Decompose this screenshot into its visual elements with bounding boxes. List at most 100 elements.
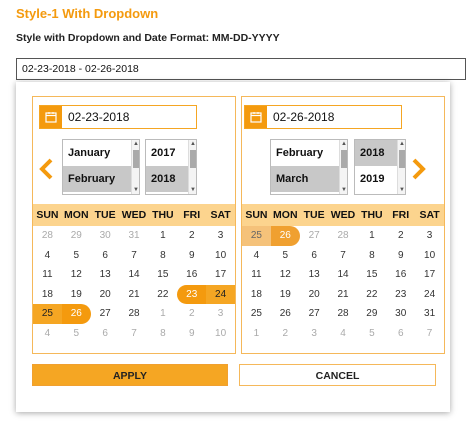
day-cell[interactable]: 4 bbox=[242, 246, 271, 266]
date-range-input[interactable]: 02-23-2018 - 02-26-2018 bbox=[16, 58, 466, 80]
day-cell[interactable]: 2 bbox=[386, 226, 415, 246]
cancel-button[interactable]: CANCEL bbox=[239, 364, 436, 386]
day-cell[interactable]: 30 bbox=[91, 226, 120, 246]
day-cell[interactable]: 29 bbox=[62, 226, 91, 246]
day-cell[interactable]: 10 bbox=[206, 324, 235, 344]
end-date-field[interactable]: 02-26-2018 bbox=[244, 105, 402, 129]
day-cell[interactable]: 25 bbox=[242, 304, 271, 324]
month-option-selected[interactable]: February bbox=[63, 166, 139, 192]
day-cell[interactable]: 12 bbox=[271, 265, 300, 285]
day-cell[interactable]: 11 bbox=[33, 265, 62, 285]
day-cell[interactable]: 30 bbox=[386, 304, 415, 324]
day-cell[interactable]: 4 bbox=[33, 246, 62, 266]
day-cell[interactable]: 25 bbox=[242, 226, 271, 246]
day-cell[interactable]: 1 bbox=[148, 226, 177, 246]
scrollbar[interactable]: ▲ ▼ bbox=[397, 140, 405, 194]
day-cell[interactable]: 5 bbox=[62, 246, 91, 266]
day-cell[interactable]: 9 bbox=[177, 246, 206, 266]
day-cell[interactable]: 12 bbox=[62, 265, 91, 285]
day-cell[interactable]: 6 bbox=[386, 324, 415, 344]
day-cell[interactable]: 7 bbox=[120, 246, 149, 266]
day-cell[interactable]: 20 bbox=[91, 285, 120, 305]
day-cell[interactable]: 5 bbox=[357, 324, 386, 344]
day-cell[interactable]: 25 bbox=[33, 304, 62, 324]
day-cell[interactable]: 27 bbox=[300, 304, 329, 324]
day-cell[interactable]: 15 bbox=[148, 265, 177, 285]
day-cell[interactable]: 7 bbox=[120, 324, 149, 344]
day-cell[interactable]: 14 bbox=[120, 265, 149, 285]
month-option[interactable]: February bbox=[271, 140, 347, 166]
day-cell[interactable]: 7 bbox=[329, 246, 358, 266]
day-cell[interactable]: 1 bbox=[242, 324, 271, 344]
day-cell[interactable]: 1 bbox=[357, 226, 386, 246]
day-cell[interactable]: 31 bbox=[415, 304, 444, 324]
day-cell[interactable]: 13 bbox=[300, 265, 329, 285]
day-cell[interactable]: 7 bbox=[415, 324, 444, 344]
month-option-selected[interactable]: March bbox=[271, 166, 347, 192]
day-cell[interactable]: 27 bbox=[300, 226, 329, 246]
month-option[interactable]: January bbox=[63, 140, 139, 166]
year-select-right[interactable]: 2018 2019 ▲ ▼ bbox=[354, 139, 406, 195]
day-cell[interactable]: 4 bbox=[33, 324, 62, 344]
day-cell[interactable]: 29 bbox=[357, 304, 386, 324]
month-select-right[interactable]: February March ▲ ▼ bbox=[270, 139, 348, 195]
day-cell[interactable]: 31 bbox=[120, 226, 149, 246]
day-cell[interactable]: 2 bbox=[177, 226, 206, 246]
day-cell[interactable]: 10 bbox=[415, 246, 444, 266]
day-cell[interactable]: 23 bbox=[386, 285, 415, 305]
month-select-left[interactable]: January February ▲ ▼ bbox=[62, 139, 140, 195]
day-cell[interactable]: 21 bbox=[120, 285, 149, 305]
day-cell[interactable]: 24 bbox=[206, 284, 236, 304]
day-cell[interactable]: 18 bbox=[242, 285, 271, 305]
day-cell[interactable]: 19 bbox=[271, 285, 300, 305]
day-cell[interactable]: 3 bbox=[206, 304, 235, 324]
day-cell[interactable]: 11 bbox=[242, 265, 271, 285]
day-cell[interactable]: 28 bbox=[329, 226, 358, 246]
chevron-right-icon[interactable] bbox=[411, 157, 427, 181]
apply-button[interactable]: APPLY bbox=[32, 364, 228, 386]
day-cell[interactable]: 17 bbox=[206, 265, 235, 285]
day-cell[interactable]: 9 bbox=[386, 246, 415, 266]
day-cell[interactable]: 2 bbox=[271, 324, 300, 344]
day-cell[interactable]: 5 bbox=[62, 324, 91, 344]
day-cell[interactable]: 26 bbox=[271, 304, 300, 324]
day-cell[interactable]: 14 bbox=[329, 265, 358, 285]
day-cell[interactable]: 6 bbox=[91, 246, 120, 266]
day-cell[interactable]: 16 bbox=[386, 265, 415, 285]
day-cell[interactable]: 27 bbox=[91, 304, 120, 324]
day-cell[interactable]: 1 bbox=[148, 304, 177, 324]
day-cell[interactable]: 28 bbox=[329, 304, 358, 324]
day-cell[interactable]: 3 bbox=[415, 226, 444, 246]
day-cell[interactable]: 22 bbox=[357, 285, 386, 305]
chevron-left-icon[interactable] bbox=[38, 157, 54, 181]
day-cell[interactable]: 8 bbox=[357, 246, 386, 266]
day-cell[interactable]: 20 bbox=[300, 285, 329, 305]
day-cell[interactable]: 28 bbox=[120, 304, 149, 324]
day-cell[interactable]: 17 bbox=[415, 265, 444, 285]
day-cell[interactable]: 3 bbox=[300, 324, 329, 344]
day-cell[interactable]: 21 bbox=[329, 285, 358, 305]
year-select-left[interactable]: 2017 2018 ▲ ▼ bbox=[145, 139, 197, 195]
day-cell[interactable]: 19 bbox=[62, 285, 91, 305]
day-cell[interactable]: 18 bbox=[33, 285, 62, 305]
day-cell[interactable]: 8 bbox=[148, 246, 177, 266]
day-cell[interactable]: 13 bbox=[91, 265, 120, 285]
day-cell[interactable]: 28 bbox=[33, 226, 62, 246]
day-cell[interactable]: 26 bbox=[270, 226, 300, 246]
day-cell[interactable]: 10 bbox=[206, 246, 235, 266]
day-cell[interactable]: 6 bbox=[91, 324, 120, 344]
scrollbar[interactable]: ▲ ▼ bbox=[339, 140, 347, 194]
day-cell[interactable]: 6 bbox=[300, 246, 329, 266]
day-cell[interactable]: 2 bbox=[177, 304, 206, 324]
day-cell[interactable]: 24 bbox=[415, 285, 444, 305]
day-cell[interactable]: 15 bbox=[357, 265, 386, 285]
day-cell[interactable]: 26 bbox=[61, 304, 91, 324]
day-cell[interactable]: 22 bbox=[148, 285, 177, 305]
day-cell[interactable]: 16 bbox=[177, 265, 206, 285]
day-cell[interactable]: 4 bbox=[329, 324, 358, 344]
scrollbar[interactable]: ▲ ▼ bbox=[131, 140, 139, 194]
day-cell[interactable]: 9 bbox=[177, 324, 206, 344]
day-cell[interactable]: 3 bbox=[206, 226, 235, 246]
day-cell[interactable]: 5 bbox=[271, 246, 300, 266]
start-date-field[interactable]: 02-23-2018 bbox=[39, 105, 197, 129]
